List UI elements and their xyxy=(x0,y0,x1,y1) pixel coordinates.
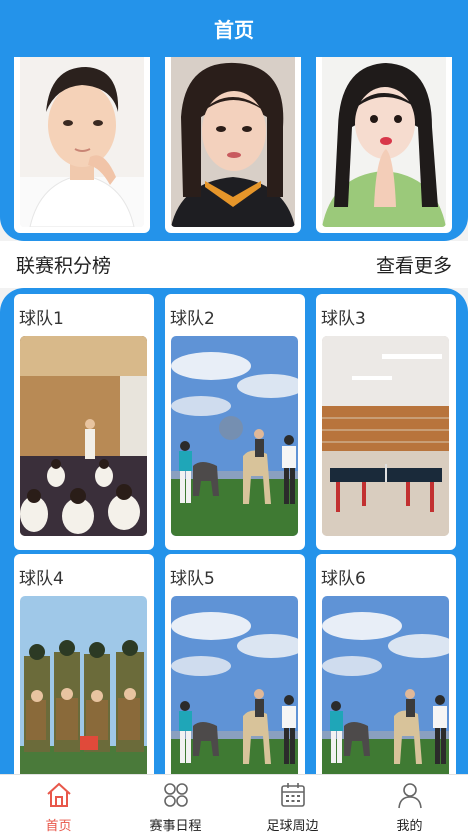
tab-home[interactable]: 首页 xyxy=(0,775,117,834)
tab-label: 足球周边 xyxy=(266,819,319,834)
page-title: 首页 xyxy=(214,18,254,42)
portrait-young-man-photo xyxy=(20,57,144,227)
military-camp-group-photo xyxy=(20,596,147,788)
banner-card-1[interactable] xyxy=(14,57,150,233)
team-card-4[interactable]: 球队4 xyxy=(14,554,154,788)
team-card-5[interactable]: 球队5 xyxy=(165,554,305,788)
team-name: 球队3 xyxy=(321,309,366,329)
table-tennis-hall-photo xyxy=(322,336,449,536)
league-standings-header: 联赛积分榜 查看更多 xyxy=(0,241,468,288)
portrait-young-woman-photo xyxy=(171,57,295,227)
team-name: 球队2 xyxy=(170,309,215,329)
tab-schedule[interactable]: 赛事日程 xyxy=(117,775,234,834)
grid-flower-icon xyxy=(162,781,190,809)
team-name: 球队6 xyxy=(321,569,366,589)
horse-riding-group-photo xyxy=(171,596,298,788)
team-card-3[interactable]: 球队3 xyxy=(316,294,456,550)
indoor-group-activity-photo xyxy=(20,336,147,536)
tab-label: 首页 xyxy=(45,819,72,834)
view-more-link[interactable]: 查看更多 xyxy=(376,251,452,278)
calendar-icon xyxy=(279,781,307,809)
team-grid: 球队1 球队2 球队3 球队4 球队5 球队6 xyxy=(0,288,468,788)
team-card-1[interactable]: 球队1 xyxy=(14,294,154,550)
banner-card-2[interactable] xyxy=(165,57,301,233)
home-page: 首页 联赛积分榜 查看更多 球队1 球队2 球队3 球队4 球队5 球队6 首页… xyxy=(0,0,468,834)
top-header: 首页 xyxy=(0,0,468,57)
team-name: 球队5 xyxy=(170,569,215,589)
league-standings-title: 联赛积分榜 xyxy=(16,255,112,277)
banner-carousel[interactable] xyxy=(0,57,468,241)
tab-profile[interactable]: 我的 xyxy=(351,775,468,834)
portrait-girl-green-sweater-photo xyxy=(322,57,446,227)
banner-card-3[interactable] xyxy=(316,57,452,233)
team-card-2[interactable]: 球队2 xyxy=(165,294,305,550)
home-icon xyxy=(45,781,73,809)
bottom-tab-bar: 首页 赛事日程 足球周边 我的 xyxy=(0,774,468,834)
tab-label: 我的 xyxy=(396,819,423,834)
team-name: 球队4 xyxy=(19,569,64,589)
user-icon xyxy=(396,781,424,809)
team-name: 球队1 xyxy=(19,309,64,329)
tab-merch[interactable]: 足球周边 xyxy=(234,775,351,834)
horse-riding-group-photo xyxy=(322,596,449,788)
tab-label: 赛事日程 xyxy=(149,819,202,834)
team-card-6[interactable]: 球队6 xyxy=(316,554,456,788)
horse-riding-group-photo xyxy=(171,336,298,536)
